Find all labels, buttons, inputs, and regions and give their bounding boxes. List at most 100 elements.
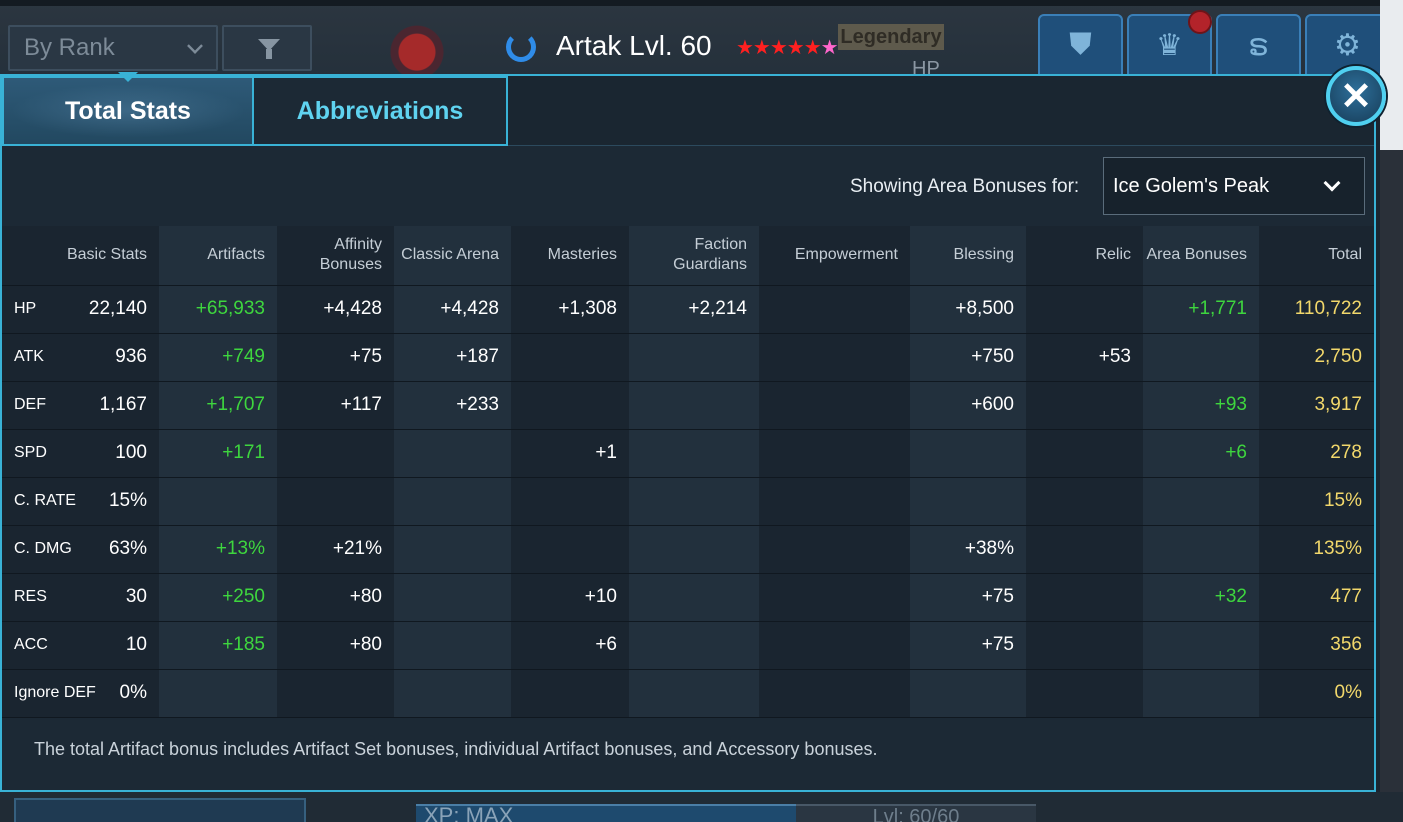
stat-value: +75	[981, 586, 1014, 607]
tab-total-stats[interactable]: Total Stats	[2, 76, 254, 146]
tab-total-stats-label: Total Stats	[65, 96, 191, 125]
table-row: C. RATE 15% 15%	[2, 477, 1374, 526]
table-cell: +749	[159, 333, 277, 382]
table-cell	[394, 429, 511, 478]
table-cell	[1026, 477, 1143, 526]
table-cell	[511, 333, 629, 382]
table-cell: +1	[511, 429, 629, 478]
star-icon: ★	[820, 37, 839, 59]
table-cell: C. DMG 63%	[2, 525, 159, 574]
table-cell: +4,428	[394, 285, 511, 334]
stat-value: 936	[115, 346, 147, 367]
table-cell	[629, 573, 759, 622]
table-cell	[159, 669, 277, 718]
stat-value: +117	[340, 394, 382, 415]
chevron-down-icon	[1323, 174, 1341, 192]
stat-value: +750	[971, 346, 1014, 367]
table-cell	[629, 333, 759, 382]
stat-value: 2,750	[1314, 346, 1362, 367]
table-cell	[910, 669, 1026, 718]
table-cell: +10	[511, 573, 629, 622]
table-cell: 2,750	[1259, 333, 1374, 382]
table-cell: HP 22,140	[2, 285, 159, 334]
table-cell: +185	[159, 621, 277, 670]
table-row: SPD 100 +171 +1 +6 278	[2, 429, 1374, 478]
stat-value: +749	[222, 346, 265, 367]
table-cell: 110,722	[1259, 285, 1374, 334]
active-tab-indicator	[118, 72, 138, 82]
star-rating: ★★★★★★	[736, 35, 839, 60]
table-cell	[629, 381, 759, 430]
faction-crest-icon	[372, 18, 462, 80]
table-row: ACC 10 +185 +80 +6 +75 356	[2, 621, 1374, 670]
close-button[interactable]: ✕	[1326, 66, 1386, 126]
stat-value: +53	[1098, 346, 1131, 367]
column-header: Basic Stats	[2, 226, 159, 286]
top-strip	[0, 0, 1403, 6]
table-cell: +21%	[277, 525, 394, 574]
stat-value: 22,140	[88, 298, 147, 319]
armor-icon[interactable]: ⛊	[1038, 14, 1123, 76]
sort-select[interactable]: By Rank	[8, 25, 218, 71]
stat-value: +1	[595, 442, 617, 463]
table-cell: RES 30	[2, 573, 159, 622]
total-stats-modal: Total Stats Abbreviations Showing Area B…	[0, 72, 1376, 792]
table-cell	[759, 525, 910, 574]
table-cell: Ignore DEF 0%	[2, 669, 159, 718]
bottom-left-button[interactable]	[14, 798, 306, 822]
area-bonus-label: Showing Area Bonuses for:	[850, 176, 1080, 197]
table-cell: +1,308	[511, 285, 629, 334]
tab-abbreviations[interactable]: Abbreviations	[254, 76, 508, 146]
table-cell: +187	[394, 333, 511, 382]
table-cell	[394, 621, 511, 670]
stat-value: 356	[1330, 634, 1362, 655]
tab-abbreviations-label: Abbreviations	[296, 96, 464, 125]
table-cell	[629, 525, 759, 574]
table-cell	[1026, 525, 1143, 574]
star-icon: ★★★★★	[736, 37, 822, 59]
stat-value: +8,500	[955, 298, 1014, 319]
column-header: Faction Guardians	[629, 226, 759, 286]
column-header: Masteries	[511, 226, 629, 286]
footer-note: The total Artifact bonus includes Artifa…	[34, 739, 878, 759]
table-cell	[159, 477, 277, 526]
table-cell	[1026, 429, 1143, 478]
table-cell: 0%	[1259, 669, 1374, 718]
stat-value: +32	[1214, 586, 1247, 607]
stat-value: 135%	[1313, 538, 1362, 559]
table-cell: +117	[277, 381, 394, 430]
table-cell: +250	[159, 573, 277, 622]
skill-icon[interactable]: ຣ	[1216, 14, 1301, 76]
level-bar: Lvl: 60/60	[796, 804, 1036, 822]
stat-label: C. RATE	[14, 492, 76, 509]
stat-label: C. DMG	[14, 540, 72, 557]
table-cell: +93	[1143, 381, 1259, 430]
filter-button[interactable]	[222, 25, 312, 71]
table-cell	[1026, 285, 1143, 334]
table-cell	[1026, 621, 1143, 670]
table-cell	[394, 669, 511, 718]
table-row: RES 30 +250 +80 +10 +75 +32 477	[2, 573, 1374, 622]
stat-value: +13%	[215, 538, 265, 559]
sort-select-label: By Rank	[24, 34, 115, 61]
table-cell	[1143, 621, 1259, 670]
table-cell: +2,214	[629, 285, 759, 334]
column-header: Classic Arena	[394, 226, 511, 286]
table-cell	[629, 669, 759, 718]
table-cell	[394, 573, 511, 622]
stat-value: +6	[595, 634, 617, 655]
table-cell	[759, 573, 910, 622]
table-cell	[1026, 381, 1143, 430]
stat-value: 63%	[108, 538, 147, 559]
table-cell	[759, 621, 910, 670]
table-cell: +32	[1143, 573, 1259, 622]
stat-value: +80	[349, 586, 382, 607]
table-cell	[1143, 477, 1259, 526]
area-select[interactable]: Ice Golem's Peak	[1103, 157, 1365, 215]
stat-value: 110,722	[1294, 298, 1362, 319]
table-cell	[759, 285, 910, 334]
stat-value: 15%	[1323, 490, 1362, 511]
table-cell: +6	[511, 621, 629, 670]
table-cell	[277, 477, 394, 526]
table-cell: +65,933	[159, 285, 277, 334]
